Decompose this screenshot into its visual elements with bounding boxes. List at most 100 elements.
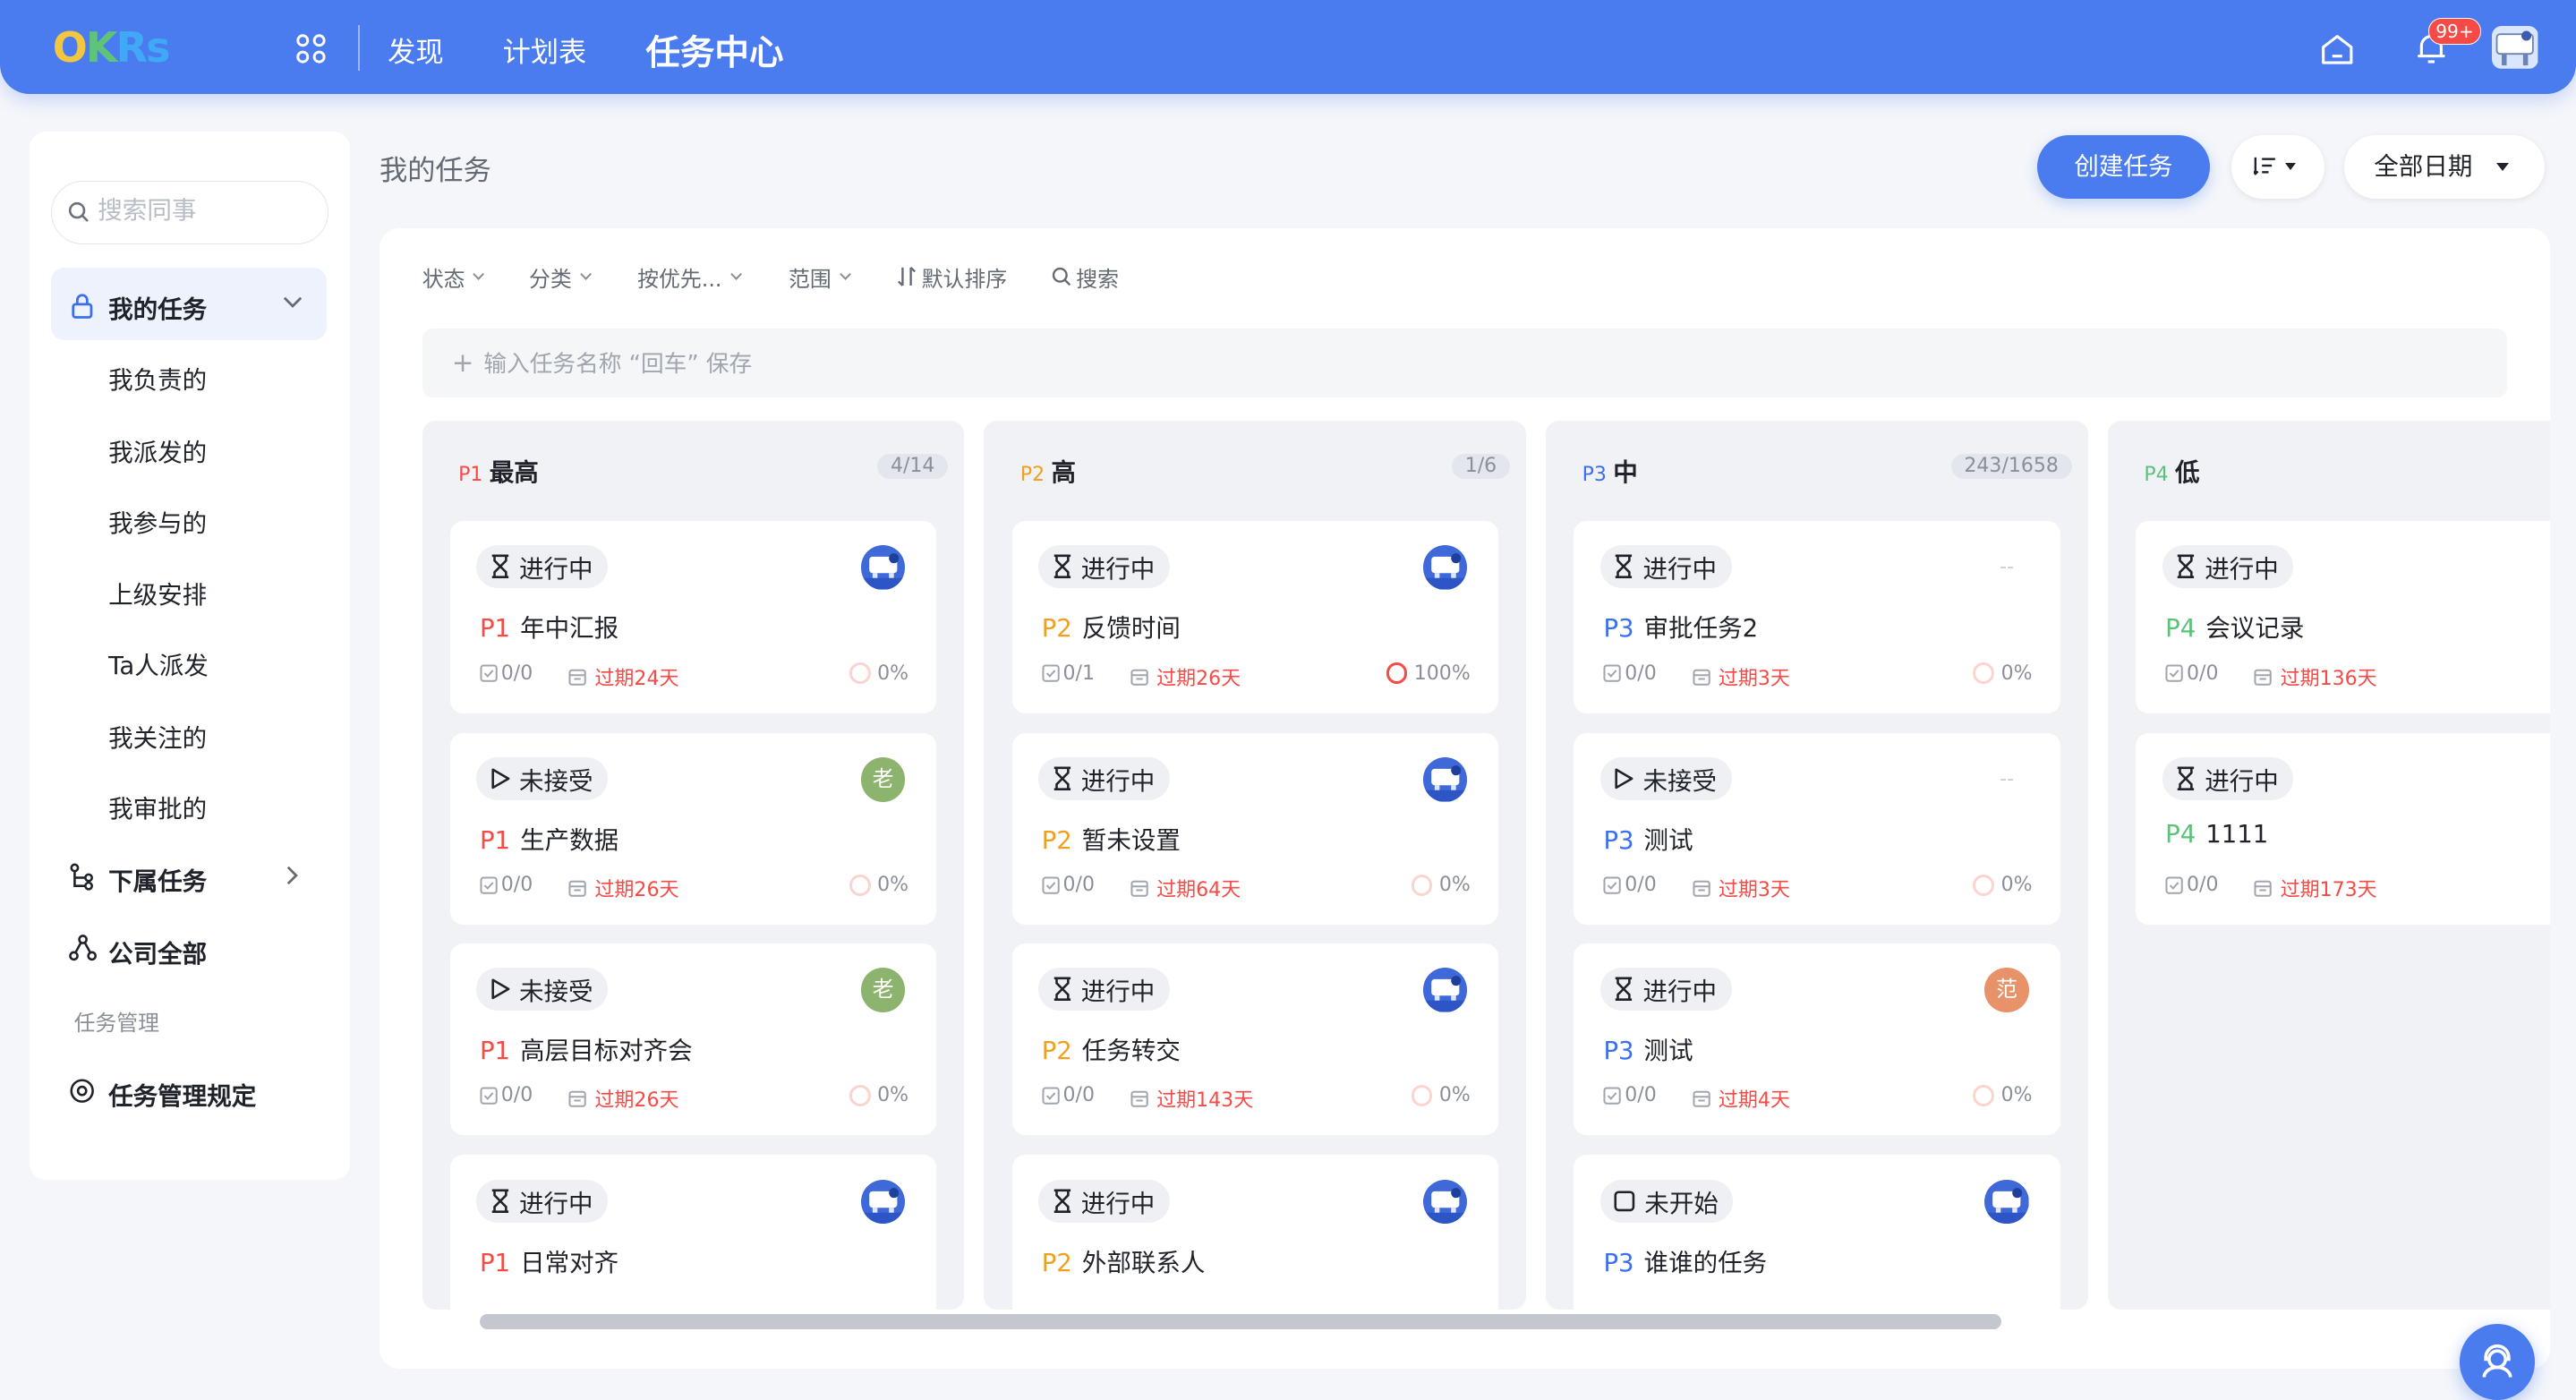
sidebar-item-participating[interactable]: 我参与的 [108,503,207,539]
assignee-avatar[interactable] [1422,1179,1468,1225]
sidebar-item-assigned[interactable]: 我派发的 [108,432,207,468]
nav-task-center[interactable]: 任务中心 [645,25,783,75]
task-title[interactable]: P2 任务转交 [1042,1030,1181,1066]
task-title[interactable]: P3 谁谁的任务 [1603,1242,1767,1278]
create-task-button[interactable]: 创建任务 [2037,134,2210,200]
sidebar-item-approving[interactable]: 我审批的 [108,789,207,824]
assignee-avatar[interactable]: 老 [860,757,906,802]
colleague-search[interactable] [50,180,329,245]
assignee-avatar[interactable] [1984,1179,2029,1225]
sidebar-item-responsible[interactable]: 我负责的 [108,360,207,396]
task-title[interactable]: P1 日常对齐 [480,1242,618,1278]
task-status-chip[interactable]: 未接受 [1599,757,1732,800]
task-status-chip[interactable]: 未开始 [1599,1179,1734,1223]
hourglass-icon [1052,977,1073,1002]
status-filter[interactable]: 状态 [422,261,485,293]
task-card[interactable]: 进行中 P2 暂未设置 0/0 过期64天 0% [1011,732,1498,926]
task-title[interactable]: P3 测试 [1603,820,1693,856]
category-filter[interactable]: 分类 [529,261,592,293]
assignee-avatar[interactable] [1422,968,1468,1012]
kanban-column-p4: P4 低进行中 P4 会议记录 0/0 过期136天 进行中 P4 1111 0/0 过期173天 [2107,420,2550,1310]
hourglass-icon [1052,1189,1073,1214]
task-card[interactable]: 进行中 P2 任务转交 0/0 过期143天 0% [1011,943,1498,1136]
task-title[interactable]: P1 年中汇报 [480,608,618,644]
task-title-text: 任务转交 [1081,1036,1181,1065]
chevron-right-icon[interactable] [286,866,299,885]
assignee-avatar[interactable]: 老 [860,968,906,1012]
view-options-button[interactable] [2231,134,2325,200]
apps-grid-icon[interactable] [295,33,327,64]
task-card[interactable]: 进行中 P2 反馈时间 0/1 过期26天 100% [1011,520,1498,713]
assignee-empty[interactable]: -- [1984,757,2029,802]
task-card[interactable]: 未接受 -- P3 测试 0/0 过期3天 0% [1574,732,2060,926]
sidebar-item-subordinate-tasks[interactable]: 下属任务 [108,861,207,897]
nav-discover[interactable]: 发现 [388,30,443,70]
okrs-logo[interactable]: OKRs [53,23,171,72]
task-card[interactable]: 进行中 P1 年中汇报 0/0 过期24天 0% [449,520,937,713]
task-card[interactable]: 进行中 P1 日常对齐 [449,1155,937,1310]
task-status-label: 进行中 [1642,977,1718,1006]
task-title[interactable]: P1 生产数据 [480,820,618,856]
task-title[interactable]: P1 高层目标对齐会 [480,1030,693,1066]
home-icon[interactable] [2320,33,2355,66]
assignee-avatar[interactable] [860,545,906,590]
task-status-chip[interactable]: 进行中 [476,1179,609,1223]
colleague-search-input[interactable] [98,196,311,226]
assignee-avatar[interactable] [1422,757,1468,802]
task-title[interactable]: P3 测试 [1603,1030,1693,1066]
sort-button[interactable]: 默认排序 [897,261,1007,293]
sidebar-item-task-rules[interactable]: 任务管理规定 [108,1076,256,1112]
task-status-chip[interactable]: 进行中 [1038,757,1170,800]
sidebar-item-company-all[interactable]: 公司全部 [108,934,207,969]
task-status-chip[interactable]: 进行中 [1038,545,1170,589]
hourglass-icon [2175,766,2196,791]
sidebar-item-from-others[interactable]: Ta人派发 [108,645,209,681]
task-card[interactable]: 未开始 P3 谁谁的任务 [1574,1155,2060,1310]
task-title[interactable]: P2 暂未设置 [1042,820,1181,856]
scope-filter[interactable]: 范围 [789,261,851,293]
assignee-avatar[interactable] [1422,545,1468,590]
assignee-avatar[interactable] [860,1179,906,1225]
customer-service-button[interactable] [2459,1324,2536,1400]
sidebar-item-my-tasks-label[interactable]: 我的任务 [108,289,207,325]
task-card[interactable]: 进行中 范 P3 测试 0/0 过期4天 0% [1574,943,2060,1136]
task-card[interactable]: 进行中 -- P3 审批任务2 0/0 过期3天 0% [1574,520,2060,713]
task-title[interactable]: P2 外部联系人 [1042,1242,1206,1278]
priority-groupby[interactable]: 按优先... [637,261,742,293]
checkbox-icon [480,876,498,894]
horizontal-scrollbar[interactable] [479,1314,2001,1329]
sidebar-item-from-superior[interactable]: 上级安排 [108,575,207,610]
task-card[interactable]: 未接受 老 P1 生产数据 0/0 过期26天 0% [449,732,937,926]
task-title[interactable]: P4 1111 [2165,820,2268,849]
task-status-chip[interactable]: 进行中 [476,545,609,589]
task-card[interactable]: 进行中 P4 会议记录 0/0 过期136天 [2136,520,2550,713]
quick-add-task-input[interactable]: + 输入任务名称 “回车” 保存 [422,329,2507,398]
task-status-chip[interactable]: 未接受 [476,757,609,800]
assignee-empty[interactable]: -- [1984,545,2029,590]
date-range-select[interactable]: 全部日期 [2344,134,2546,200]
task-status-chip[interactable]: 未接受 [476,968,609,1011]
task-status-chip[interactable]: 进行中 [1038,1179,1170,1223]
task-status-chip[interactable]: 进行中 [2162,757,2294,800]
task-card[interactable]: 未接受 老 P1 高层目标对齐会 0/0 过期26天 0% [449,943,937,1136]
task-status-chip[interactable]: 进行中 [1599,968,1732,1011]
chevron-down-icon[interactable] [283,295,303,309]
task-card[interactable]: 进行中 P2 外部联系人 [1011,1155,1498,1310]
board-search-button[interactable]: 搜索 [1052,261,1119,293]
column-header: P3 中 [1582,452,1638,488]
task-status-chip[interactable]: 进行中 [1599,545,1732,589]
user-avatar[interactable] [2492,26,2538,70]
assignee-avatar[interactable]: 范 [1984,968,2029,1012]
task-status-chip[interactable]: 进行中 [2162,545,2294,589]
task-title-text: 高层目标对齐会 [520,1036,693,1065]
task-title[interactable]: P2 反馈时间 [1042,608,1181,644]
task-status-chip[interactable]: 进行中 [1038,968,1170,1011]
task-title[interactable]: P4 会议记录 [2165,608,2304,644]
column-count-badge: 1/6 [1452,453,1510,480]
task-title[interactable]: P3 审批任务2 [1603,608,1758,644]
caret-down-icon [2495,162,2509,171]
sidebar-item-following[interactable]: 我关注的 [108,718,207,754]
nav-planner[interactable]: 计划表 [503,30,587,70]
task-priority: P4 [2165,819,2196,849]
task-card[interactable]: 进行中 P4 1111 0/0 过期173天 [2136,732,2550,926]
